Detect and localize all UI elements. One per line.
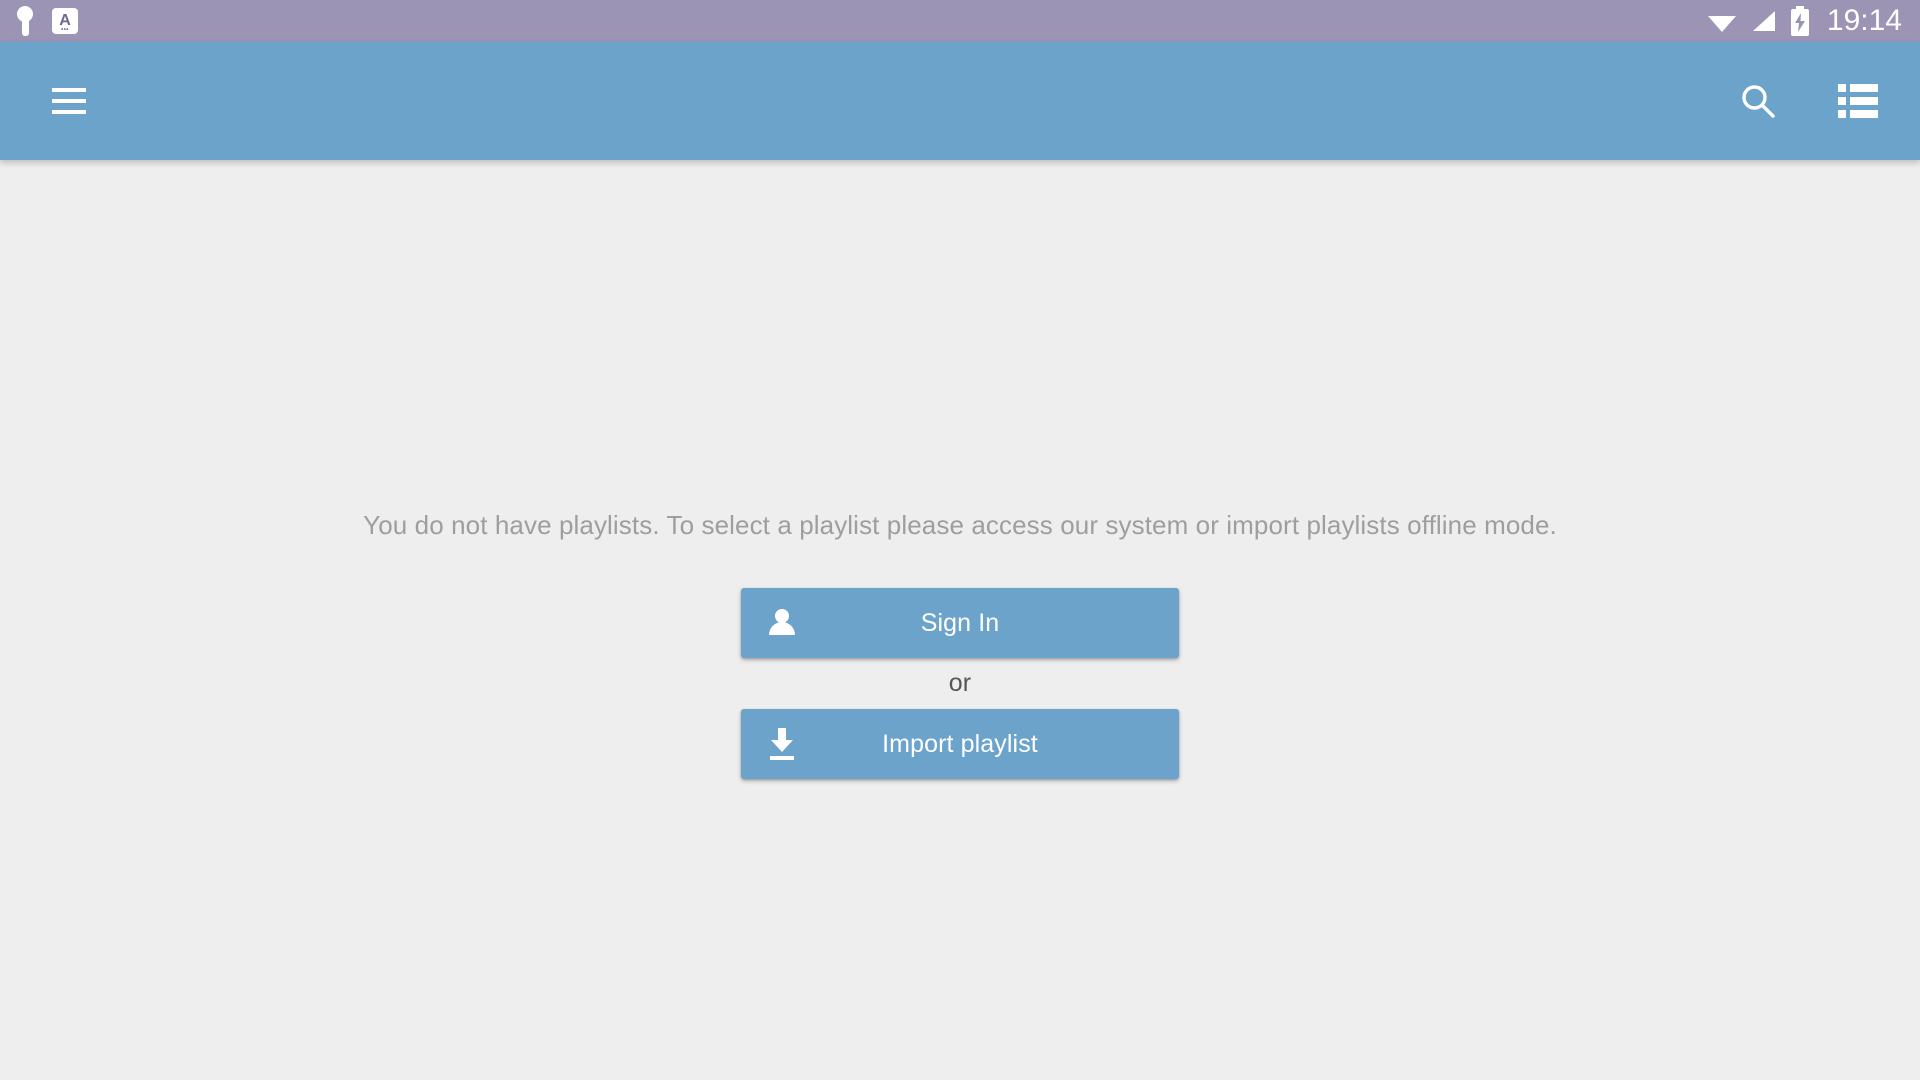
sign-in-button-label: Sign In — [920, 608, 1000, 637]
empty-state-message: You do not have playlists. To select a p… — [363, 510, 1557, 540]
translate-icon: A ••• — [52, 8, 78, 34]
status-bar-left-icons: A ••• — [14, 6, 78, 36]
wifi-icon — [1707, 9, 1737, 33]
app-bar-actions — [1738, 81, 1878, 121]
vpn-key-icon — [14, 6, 36, 36]
empty-state: You do not have playlists. To select a p… — [0, 160, 1920, 779]
main-content: You do not have playlists. To select a p… — [0, 160, 1920, 1080]
download-icon — [765, 727, 799, 761]
import-playlist-button[interactable]: Import playlist — [741, 709, 1179, 779]
sign-in-button[interactable]: Sign In — [741, 588, 1179, 658]
status-bar-right-icons: 19:14 — [1707, 6, 1902, 36]
translate-icon-dots: ••• — [61, 27, 69, 33]
search-icon[interactable] — [1738, 81, 1778, 121]
person-icon — [765, 606, 799, 640]
list-view-icon[interactable] — [1838, 84, 1878, 118]
hamburger-menu-icon[interactable] — [52, 88, 86, 114]
separator-label: or — [948, 669, 972, 697]
status-bar: A ••• 19:14 — [0, 0, 1920, 42]
app-bar — [0, 42, 1920, 160]
import-playlist-button-label: Import playlist — [882, 729, 1038, 758]
status-bar-clock: 19:14 — [1826, 4, 1902, 37]
signal-icon — [1750, 9, 1777, 33]
battery-charging-icon — [1790, 6, 1810, 36]
